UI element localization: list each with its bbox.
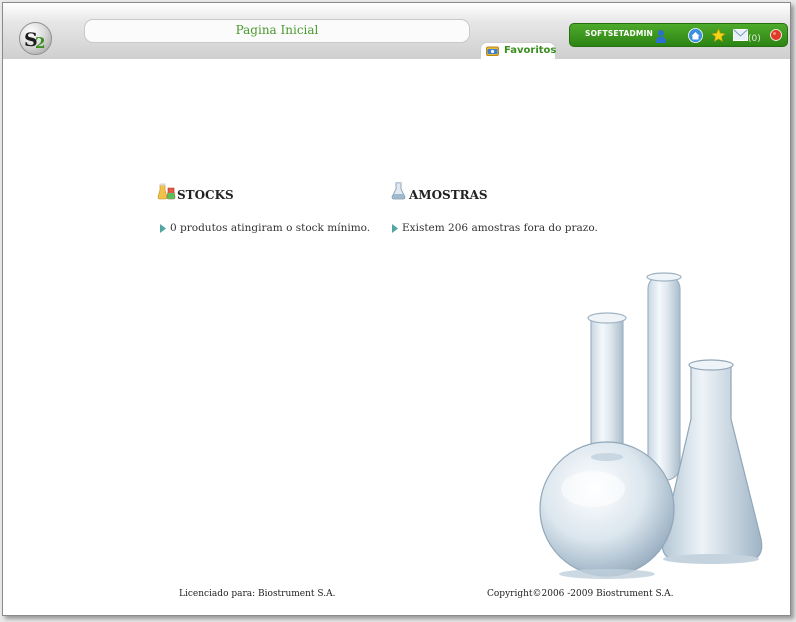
favorites-tab-label: Favoritos <box>504 45 557 56</box>
arrow-icon <box>160 224 166 233</box>
stocks-title: STOCKS <box>177 188 234 202</box>
s2-logo-icon[interactable]: S 2 <box>19 22 52 55</box>
amostras-item[interactable]: Existem 206 amostras fora do prazo. <box>389 222 629 234</box>
lab-glassware-image <box>539 272 763 579</box>
mail-count: (0) <box>748 34 761 44</box>
footer-license: Licenciado para: Biostrument S.A. <box>179 589 336 599</box>
amostras-section: AMOSTRAS Existem 206 amostras fora do pr… <box>389 181 629 234</box>
svg-text:2: 2 <box>35 34 45 52</box>
favorites-folder-icon <box>486 45 499 56</box>
logout-icon[interactable] <box>770 29 782 41</box>
user-icon[interactable] <box>655 29 667 43</box>
mail-icon[interactable] <box>733 29 748 41</box>
user-toolbar: SOFTSETADMIN (0) <box>569 23 788 47</box>
flask-icon <box>389 181 408 200</box>
user-name: SOFTSETADMIN <box>585 29 654 38</box>
arrow-icon <box>392 224 398 233</box>
stocks-item-text: 0 produtos atingiram o stock mínimo. <box>170 222 371 234</box>
favorites-tab[interactable]: Favoritos <box>480 42 556 59</box>
amostras-header[interactable]: AMOSTRAS <box>389 181 629 203</box>
stocks-item[interactable]: 0 produtos atingiram o stock mínimo. <box>157 222 377 234</box>
page-title: Pagina Inicial <box>84 19 470 43</box>
stocks-section: STOCKS 0 produtos atingiram o stock míni… <box>157 181 377 234</box>
header-bar: S 2 Pagina Inicial Favoritos SOFTSETADMI… <box>3 3 790 59</box>
star-icon[interactable] <box>711 28 726 43</box>
amostras-title: AMOSTRAS <box>409 188 488 202</box>
footer-copyright: Copyright©2006 -2009 Biostrument S.A. <box>487 589 674 599</box>
application-window: S 2 Pagina Inicial Favoritos SOFTSETADMI… <box>2 2 791 616</box>
amostras-item-text: Existem 206 amostras fora do prazo. <box>402 222 598 234</box>
home-icon[interactable] <box>688 28 703 43</box>
stock-icon <box>157 181 176 200</box>
stocks-header[interactable]: STOCKS <box>157 181 377 203</box>
